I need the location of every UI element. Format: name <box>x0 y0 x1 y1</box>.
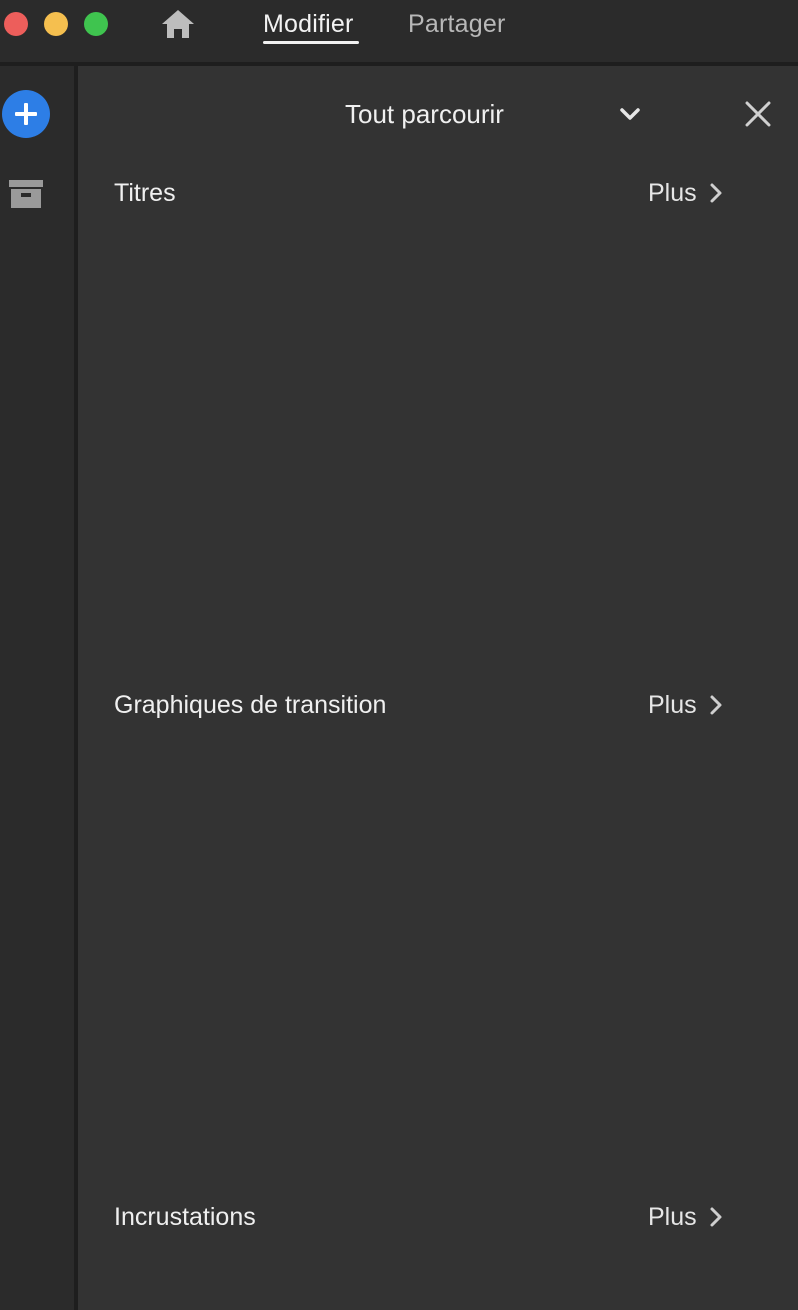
section-title-graphiques: Graphiques de transition <box>114 691 387 719</box>
close-window-button[interactable] <box>4 12 28 36</box>
section-title-titres: Titres <box>114 179 176 207</box>
panel-title[interactable]: Tout parcourir <box>345 97 504 131</box>
more-link-titres[interactable]: Plus <box>648 177 723 209</box>
active-tab-indicator <box>263 41 359 44</box>
home-icon <box>162 10 194 38</box>
chevron-right-icon <box>710 183 722 203</box>
tab-partager[interactable]: Partager <box>408 8 506 40</box>
more-link-incrustations[interactable]: Plus <box>648 1201 723 1233</box>
archive-icon <box>9 180 43 208</box>
close-panel-icon[interactable] <box>742 98 774 130</box>
more-link-label: Plus <box>648 1203 697 1231</box>
title-bar: Modifier Partager <box>0 0 798 66</box>
chevron-right-icon <box>710 1207 722 1227</box>
home-button[interactable] <box>158 6 198 42</box>
minimize-window-button[interactable] <box>44 12 68 36</box>
chevron-down-icon[interactable] <box>616 100 644 128</box>
more-link-label: Plus <box>648 691 697 719</box>
section-title-incrustations: Incrustations <box>114 1203 256 1231</box>
left-rail <box>0 66 74 1310</box>
chevron-right-icon <box>710 695 722 715</box>
tab-modifier[interactable]: Modifier <box>263 8 354 40</box>
add-button[interactable] <box>2 90 50 138</box>
add-icon <box>15 103 37 125</box>
more-link-label: Plus <box>648 179 697 207</box>
maximize-window-button[interactable] <box>84 12 108 36</box>
app-window: Modifier Partager Tout parcourir Titres … <box>0 0 798 1310</box>
archive-button[interactable] <box>9 178 43 210</box>
browse-panel <box>78 66 798 1310</box>
more-link-graphiques[interactable]: Plus <box>648 689 723 721</box>
